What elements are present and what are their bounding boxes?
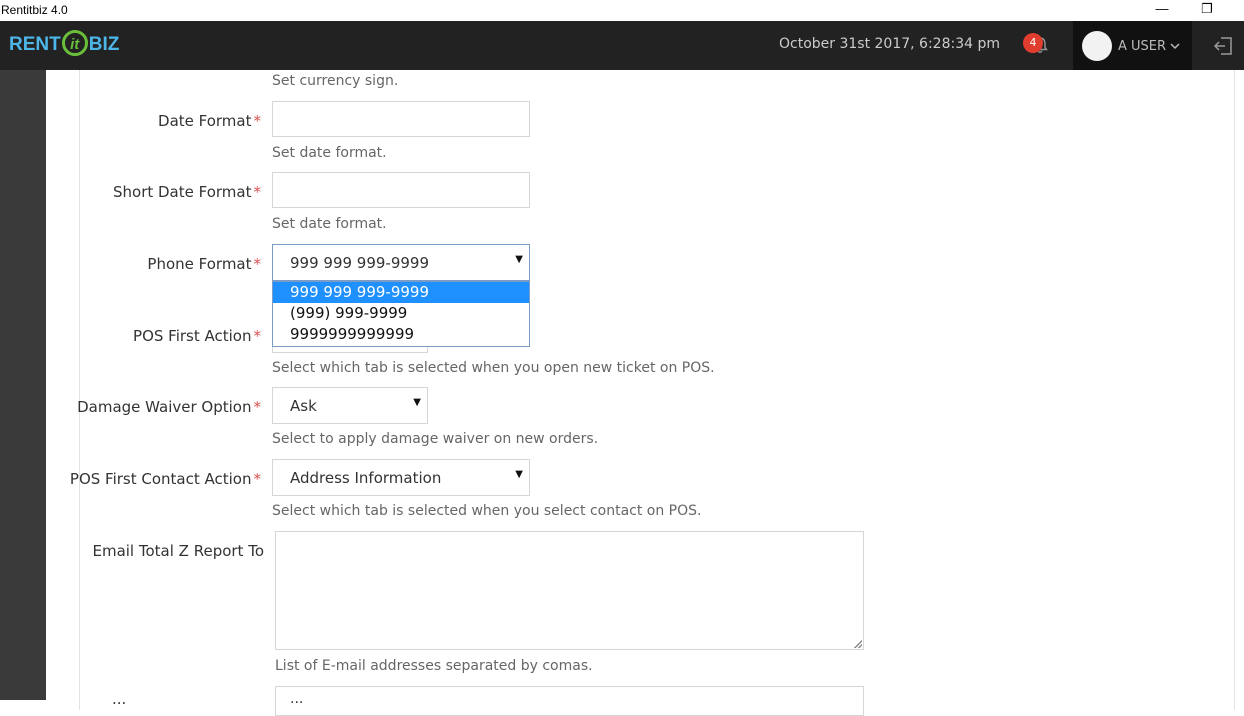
partial-next-value: ... (290, 691, 304, 707)
minimize-button[interactable]: — (1150, 0, 1174, 20)
pos-first-contact-action-select[interactable]: Address Information ▼ (272, 459, 530, 496)
logo-text-biz: BIZ (88, 34, 120, 55)
phone-format-select[interactable]: 999 999 999-9999 ▼ (272, 244, 530, 281)
top-navbar: RENT it BIZ October 31st 2017, 6:28:34 pm … (0, 21, 1244, 70)
restore-button[interactable]: ❐ (1195, 0, 1219, 20)
chevron-down-icon (1170, 43, 1180, 50)
avatar (1082, 31, 1112, 61)
logo-text-it: it (61, 29, 88, 56)
window-title: Rentitbiz 4.0 (1, 3, 68, 17)
phone-format-option[interactable]: (999) 999-9999 (273, 303, 529, 324)
damage-waiver-label: Damage Waiver Option * (77, 398, 261, 416)
damage-waiver-label-text: Damage Waiver Option (77, 398, 252, 416)
dropdown-arrow-icon: ▼ (515, 469, 523, 480)
pos-first-action-help: Select which tab is selected when you op… (272, 360, 715, 376)
window-titlebar: Rentitbiz 4.0 — ❐ (0, 0, 1244, 21)
phone-format-label-text: Phone Format (147, 255, 252, 273)
current-datetime: October 31st 2017, 6:28:34 pm (779, 36, 1000, 52)
dropdown-arrow-icon: ▼ (413, 397, 421, 408)
date-format-input[interactable] (272, 101, 530, 137)
pos-first-contact-action-label-text: POS First Contact Action (69, 470, 252, 488)
required-mark: * (253, 470, 262, 488)
resize-handle-icon[interactable] (854, 640, 862, 648)
short-date-format-label: Short Date Format * (113, 183, 261, 201)
short-date-format-label-text: Short Date Format (112, 183, 252, 201)
date-format-label: Date Format * (158, 112, 261, 130)
phone-format-dropdown-list[interactable]: 999 999 999-9999 (999) 999-9999 99999999… (272, 281, 530, 347)
required-mark: * (253, 327, 262, 345)
pos-first-contact-action-help: Select which tab is selected when you se… (272, 503, 702, 519)
pos-first-contact-action-selected-value: Address Information (290, 469, 442, 487)
date-format-help: Set date format. (272, 145, 387, 161)
required-mark: * (253, 255, 262, 273)
damage-waiver-help: Select to apply damage waiver on new ord… (272, 431, 599, 447)
damage-waiver-select[interactable]: Ask ▼ (272, 387, 428, 424)
user-name: A USER (1118, 39, 1167, 54)
phone-format-option[interactable]: 999 999 999-9999 (273, 282, 529, 303)
partial-next-label: ... (112, 690, 127, 708)
date-format-label-text: Date Format (158, 112, 252, 130)
phone-format-label: Phone Format * (147, 255, 261, 273)
short-date-format-help: Set date format. (272, 216, 387, 232)
email-total-z-textarea[interactable] (275, 531, 864, 650)
currency-help-text: Set currency sign. (272, 73, 399, 89)
logo-text-rent: RENT (9, 34, 61, 55)
phone-format-option[interactable]: 9999999999999 (273, 324, 529, 345)
email-total-z-label: Email Total Z Report To (92, 542, 264, 560)
rentitbiz-logo[interactable]: RENT it BIZ (9, 29, 119, 61)
required-mark: * (253, 112, 262, 130)
partial-next-input[interactable]: ... (275, 686, 864, 716)
email-total-z-help: List of E-mail addresses separated by co… (275, 658, 593, 674)
pos-first-contact-action-label: POS First Contact Action * (70, 470, 261, 488)
required-mark: * (253, 183, 262, 201)
dropdown-arrow-icon: ▼ (515, 254, 523, 265)
left-sidebar (0, 70, 46, 700)
required-mark: * (253, 398, 262, 416)
phone-format-selected-value: 999 999 999-9999 (290, 254, 430, 272)
short-date-format-input[interactable] (272, 172, 530, 208)
damage-waiver-selected-value: Ask (290, 397, 317, 415)
pos-first-action-label: POS First Action * (133, 327, 261, 345)
user-menu[interactable]: A USER (1073, 21, 1192, 70)
logout-icon[interactable] (1212, 35, 1234, 57)
notification-badge[interactable]: 4 (1023, 33, 1043, 53)
pos-first-action-label-text: POS First Action (133, 327, 252, 345)
